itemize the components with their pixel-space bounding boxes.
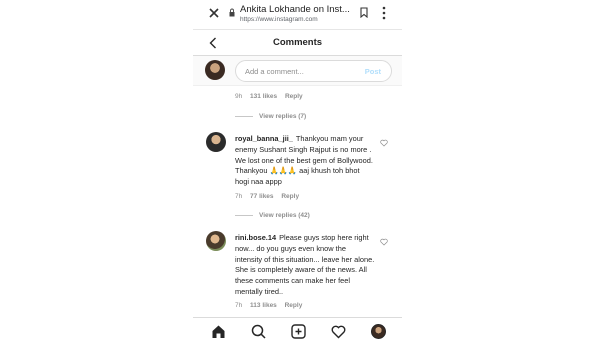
browser-url[interactable]: https://www.instagram.com	[240, 16, 318, 23]
more-options-icon[interactable]	[382, 6, 386, 20]
page-title: Comments	[272, 37, 323, 48]
divider-line	[235, 115, 253, 117]
new-post-icon[interactable]	[291, 324, 306, 339]
browser-page-title: Ankita Lokhande on Inst...	[240, 4, 350, 15]
view-replies-toggle[interactable]: View replies (7)	[235, 113, 306, 120]
view-replies-toggle[interactable]: View replies (42)	[235, 212, 310, 219]
activity-heart-icon[interactable]	[331, 324, 346, 339]
divider-line	[235, 214, 253, 216]
bottom-navigation	[193, 317, 402, 343]
comment-username[interactable]: royal_banna_jii_	[235, 134, 293, 143]
commenter-avatar[interactable]	[206, 231, 226, 251]
reply-button[interactable]: Reply	[281, 193, 299, 200]
bookmark-icon[interactable]	[360, 7, 368, 18]
comment-text: rini.bose.14 Please guys stop here right …	[235, 233, 375, 298]
like-heart-icon[interactable]	[380, 139, 388, 147]
comment-time: 7h	[235, 302, 243, 309]
comments-header: Comments	[193, 30, 402, 56]
comment-meta: 7h 77 likes Reply	[235, 193, 305, 200]
comment-likes[interactable]: 113 likes	[250, 302, 277, 309]
comment-text: royal_banna_jii_ Thankyou mam your enemy …	[235, 134, 375, 188]
close-icon[interactable]	[207, 6, 221, 20]
comment-username[interactable]: rini.bose.14	[235, 233, 276, 242]
profile-avatar[interactable]	[371, 324, 386, 339]
home-icon[interactable]	[211, 324, 226, 339]
post-button[interactable]: Post	[365, 67, 381, 76]
comment-time: 7h	[235, 193, 243, 200]
comment-likes[interactable]: 77 likes	[250, 193, 274, 200]
view-replies-label: View replies (7)	[259, 113, 307, 120]
comment-time: 9h	[235, 93, 243, 100]
reply-button[interactable]: Reply	[285, 302, 303, 309]
comment-likes[interactable]: 131 likes	[250, 93, 277, 100]
comment-input[interactable]: Add a comment... Post	[235, 60, 392, 82]
comment-input-placeholder: Add a comment...	[245, 67, 304, 76]
phone-screen: Ankita Lokhande on Inst... https://www.i…	[193, 0, 402, 343]
comment-meta: 7h 113 likes Reply	[235, 302, 308, 309]
like-heart-icon[interactable]	[380, 238, 388, 246]
current-user-avatar	[205, 60, 225, 80]
comment-body: Please guys stop here right now... do yo…	[235, 233, 375, 296]
comment-meta: 9h 131 likes Reply	[235, 93, 309, 100]
commenter-avatar[interactable]	[206, 132, 226, 152]
add-comment-bar: Add a comment... Post	[193, 56, 402, 86]
lock-icon	[229, 8, 235, 17]
search-icon[interactable]	[251, 324, 266, 339]
browser-toolbar: Ankita Lokhande on Inst... https://www.i…	[193, 0, 402, 30]
view-replies-label: View replies (42)	[259, 212, 310, 219]
reply-button[interactable]: Reply	[285, 93, 303, 100]
